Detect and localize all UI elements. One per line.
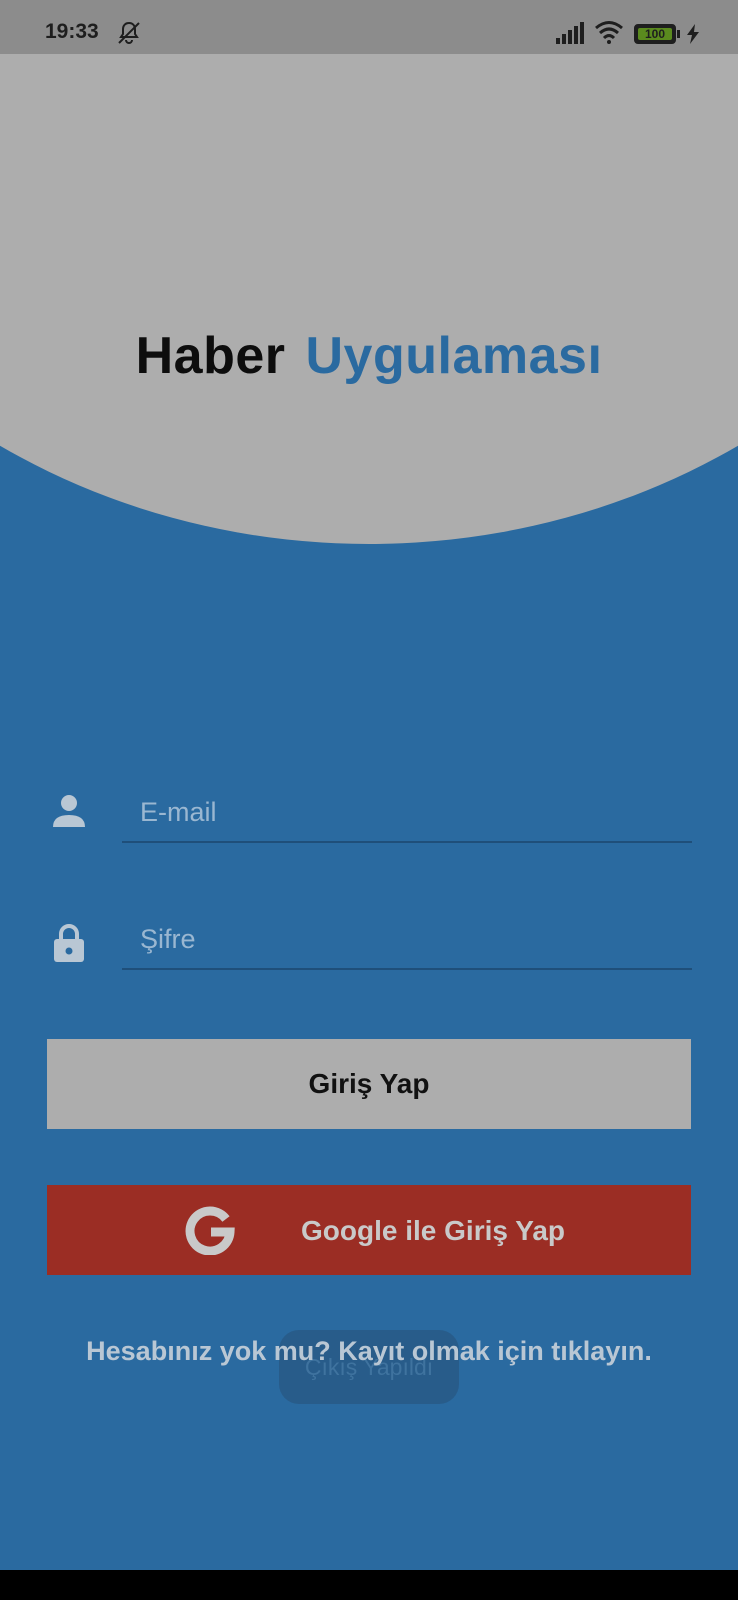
lock-icon <box>54 924 84 962</box>
title-part2: Uygulaması <box>305 327 603 385</box>
login-button[interactable]: Giriş Yap <box>47 1039 691 1129</box>
signal-icon <box>556 22 584 44</box>
header-dome <box>0 0 738 544</box>
signup-link[interactable]: Hesabınız yok mu? Kayıt olmak için tıkla… <box>0 1336 738 1367</box>
charging-icon <box>687 24 699 44</box>
app-title: Haber Uygulaması <box>0 326 738 386</box>
wifi-icon <box>595 21 623 44</box>
status-bar: 19:33 100 <box>0 0 738 54</box>
password-row <box>0 910 738 1010</box>
title-part1: Haber <box>135 327 286 385</box>
person-icon <box>53 795 85 827</box>
password-input[interactable] <box>122 910 692 970</box>
bell-off-icon <box>118 21 140 44</box>
battery-level: 100 <box>638 28 672 40</box>
battery-icon: 100 <box>634 24 676 44</box>
login-screen: 19:33 100 Haber Uygulaması E-mail Giriş … <box>0 0 738 1600</box>
google-login-label: Google ile Giriş Yap <box>301 1215 566 1246</box>
email-input[interactable] <box>122 783 692 843</box>
status-time: 19:33 <box>45 20 99 43</box>
battery-cap <box>677 30 680 38</box>
system-nav-bar <box>0 1570 738 1600</box>
email-row <box>0 783 738 883</box>
google-icon <box>185 1206 235 1255</box>
google-login-button[interactable]: Google ile Giriş Yap <box>47 1185 691 1275</box>
